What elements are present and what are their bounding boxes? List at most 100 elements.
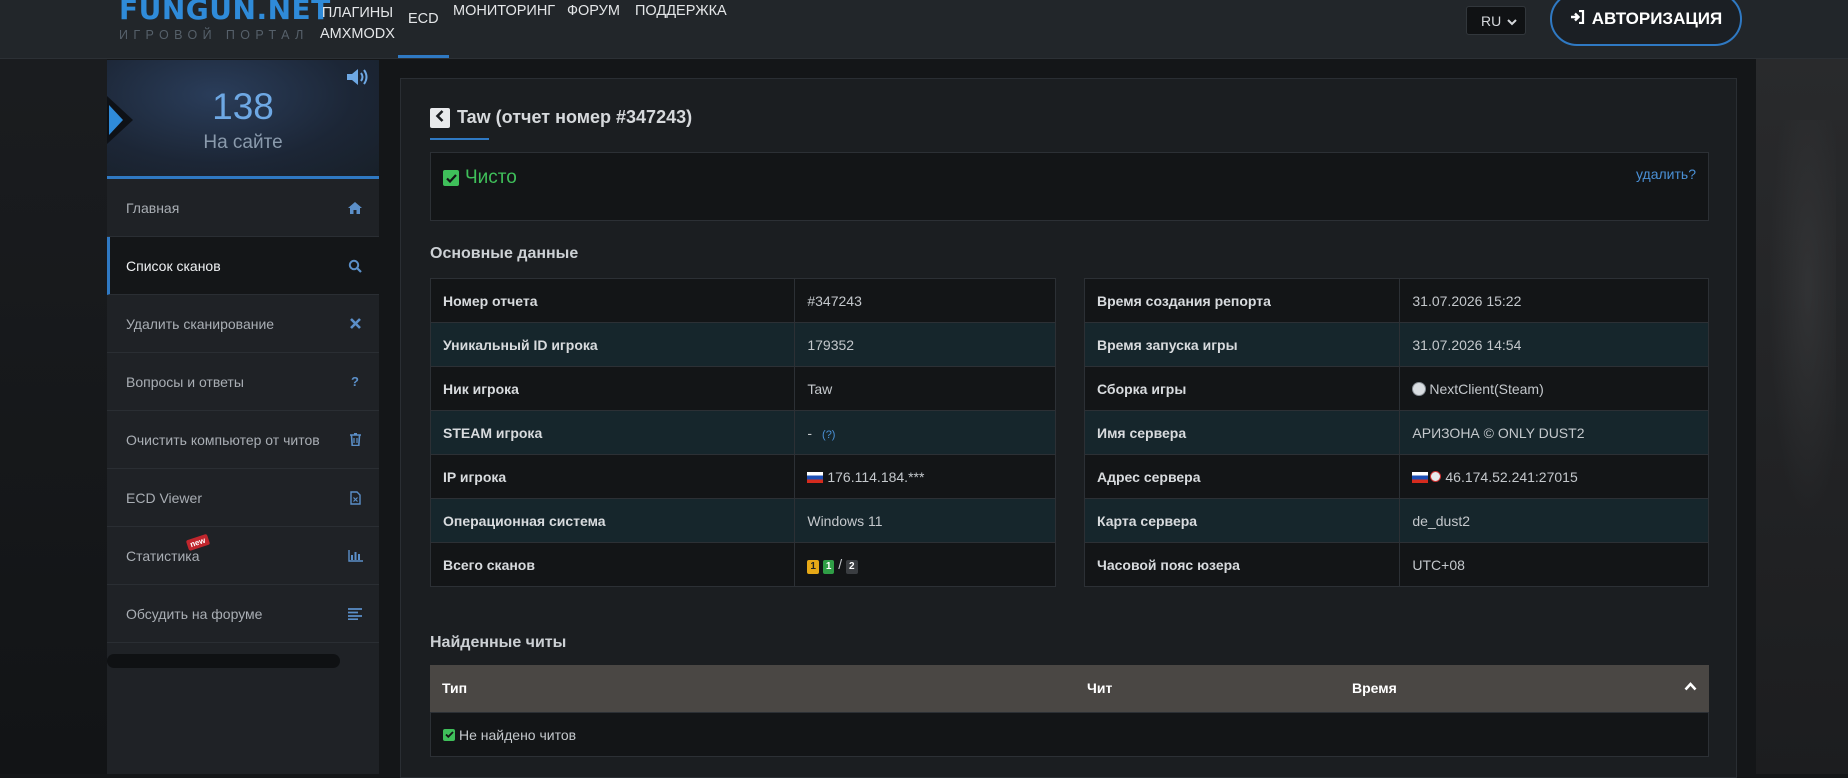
nickname-key: Ник игрока (429, 366, 796, 411)
login-icon (1570, 9, 1585, 29)
nextclient-icon (1412, 381, 1427, 396)
sidebar-item-home[interactable]: Главная (107, 179, 379, 237)
no-cheats-text: Не найдено читов (459, 726, 577, 743)
home-icon (347, 200, 363, 216)
player-info-table: Номер отчета #347243 Уникальный ID игрок… (429, 278, 1056, 587)
sidebar-item-label: Удалить сканирование (126, 315, 275, 332)
scan-separator: / (838, 555, 843, 572)
sidebar-item-label: Вопросы и ответы (126, 373, 244, 390)
table-row: Имя сервера АРИЗОНА © ONLY DUST2 (1083, 410, 1709, 455)
online-count: 138 (212, 86, 274, 127)
column-cheat: Чит (1087, 680, 1113, 696)
server-name-value: АРИЗОНА © ONLY DUST2 (1399, 410, 1709, 455)
table-row: Сборка игры NextClient(Steam) (1083, 366, 1709, 411)
sidebar-item-scan-list[interactable]: Список сканов (107, 237, 379, 295)
nav-forum[interactable]: ФОРУМ (567, 0, 620, 40)
ip-value-cell: 176.114.184.*** (794, 454, 1056, 499)
ip-value: 176.114.184.*** (827, 468, 925, 485)
page-title: Taw (отчет номер #347243) (457, 107, 693, 127)
title-underline (430, 138, 489, 140)
main-data-heading: Основные данные (430, 245, 579, 262)
file-icon (347, 490, 363, 506)
game-start-key: Время запуска игры (1083, 322, 1401, 367)
site-logo[interactable]: FUNGUN.NET ИГРОВОЙ ПОРТАЛ (119, 0, 331, 42)
table-row: Время запуска игры 31.07.2026 14:54 (1083, 322, 1709, 367)
game-build-value-cell: NextClient(Steam) (1399, 366, 1709, 411)
server-map-key: Карта сервера (1083, 498, 1401, 543)
table-row: Операционная система Windows 11 (429, 498, 1056, 543)
found-cheats-heading: Найденные читы (430, 634, 567, 651)
bar-chart-icon (347, 548, 363, 564)
sidebar-item-ecd-viewer[interactable]: ECD Viewer (107, 469, 379, 527)
sidebar-item-forum-discuss[interactable]: Обсудить на форуме (107, 585, 379, 643)
language-select[interactable]: RU (1466, 6, 1526, 35)
sidebar-scrollbar[interactable] (107, 654, 340, 668)
server-name-key: Имя сервера (1083, 410, 1401, 455)
sidebar-item-label: ECD Viewer (126, 489, 202, 506)
sidebar-menu: Главная Список сканов Удалить сканирован… (107, 179, 379, 643)
trash-icon (347, 432, 363, 448)
column-type: Тип (442, 680, 468, 696)
scan-count-badge: 2 (846, 559, 858, 574)
login-button[interactable]: АВТОРИЗАЦИЯ (1550, 0, 1742, 46)
report-created-key: Время создания репорта (1083, 278, 1401, 323)
status-clean: Чисто (443, 167, 517, 189)
check-icon (443, 728, 455, 741)
steam-help-link[interactable]: (?) (822, 429, 835, 441)
russia-flag-icon (807, 471, 824, 483)
nav-monitoring[interactable]: МОНИТОРИНГ (453, 0, 555, 40)
server-map-value: de_dust2 (1399, 498, 1709, 543)
server-address-value-cell: 46.174.52.241:27015 (1399, 454, 1709, 499)
column-time: Время (1352, 680, 1397, 696)
chevron-up-icon[interactable] (1684, 678, 1697, 694)
sidebar-item-label: Очистить компьютер от читов (126, 431, 320, 448)
report-panel: Taw (отчет номер #347243) Чисто удалить?… (400, 78, 1737, 778)
check-icon (443, 170, 459, 186)
nickname-value: Taw (794, 366, 1056, 411)
game-info-table: Время создания репорта 31.07.2026 15:22 … (1083, 278, 1709, 587)
sidebar-item-delete-scan[interactable]: Удалить сканирование (107, 295, 379, 353)
speaker-icon[interactable] (345, 66, 371, 88)
delete-link[interactable]: удалить? (1636, 166, 1696, 182)
steam-value: - (807, 424, 813, 441)
server-type-icon (1430, 470, 1442, 482)
top-navbar: FUNGUN.NET ИГРОВОЙ ПОРТАЛ ПЛАГИНЫ AMXMOD… (0, 0, 1848, 59)
sidebar-item-statistics[interactable]: Статистика new (107, 527, 379, 585)
game-start-value: 31.07.2026 14:54 (1399, 322, 1709, 367)
table-row: STEAM игрока - (?) (429, 410, 1056, 455)
os-key: Операционная система (429, 498, 796, 543)
game-build-value: NextClient(Steam) (1429, 380, 1544, 397)
sidebar-item-label: Обсудить на форуме (126, 605, 263, 622)
login-label: АВТОРИЗАЦИЯ (1591, 9, 1723, 28)
logo-subtitle: ИГРОВОЙ ПОРТАЛ (119, 28, 309, 42)
sidebar-item-faq[interactable]: Вопросы и ответы ? (107, 353, 379, 411)
server-address-value: 46.174.52.241:27015 (1445, 468, 1578, 485)
timezone-key: Часовой пояс юзера (1083, 542, 1401, 587)
russia-flag-icon (1412, 471, 1429, 483)
scan-count-badge: 1 (822, 559, 835, 574)
steam-value-cell: - (?) (794, 410, 1056, 455)
page-background-left (0, 0, 107, 774)
scan-count-badge: 1 (807, 559, 819, 574)
online-counter: 138 На сайте (107, 60, 379, 179)
timezone-value: UTC+08 (1399, 542, 1709, 587)
nav-ecd[interactable]: ECD (398, 0, 449, 58)
steam-key: STEAM игрока (429, 410, 796, 455)
nav-plugins[interactable]: ПЛАГИНЫ AMXMODX (320, 0, 395, 53)
page-background-right (1756, 0, 1848, 774)
game-build-key: Сборка игры (1083, 366, 1401, 411)
cheats-table-header: Тип Чит Время (430, 665, 1709, 712)
ip-key: IP игрока (429, 454, 796, 499)
back-button[interactable] (430, 108, 450, 128)
table-row: Ник игрока Taw (429, 366, 1056, 411)
chevron-left-icon (435, 109, 445, 127)
table-row: Адрес сервера 46.174.52.241:27015 (1083, 454, 1709, 499)
nav-ecd-label: ECD (408, 10, 439, 27)
nav-support[interactable]: ПОДДЕРЖКА (635, 0, 727, 40)
status-label: Чисто (465, 167, 517, 188)
sidebar-item-clean-pc[interactable]: Очистить компьютер от читов (107, 411, 379, 469)
report-created-value: 31.07.2026 15:22 (1399, 278, 1709, 323)
total-scans-value: 1 1 / 2 (794, 542, 1056, 587)
language-value: RU (1481, 12, 1502, 29)
total-scans-key: Всего сканов (429, 542, 796, 587)
